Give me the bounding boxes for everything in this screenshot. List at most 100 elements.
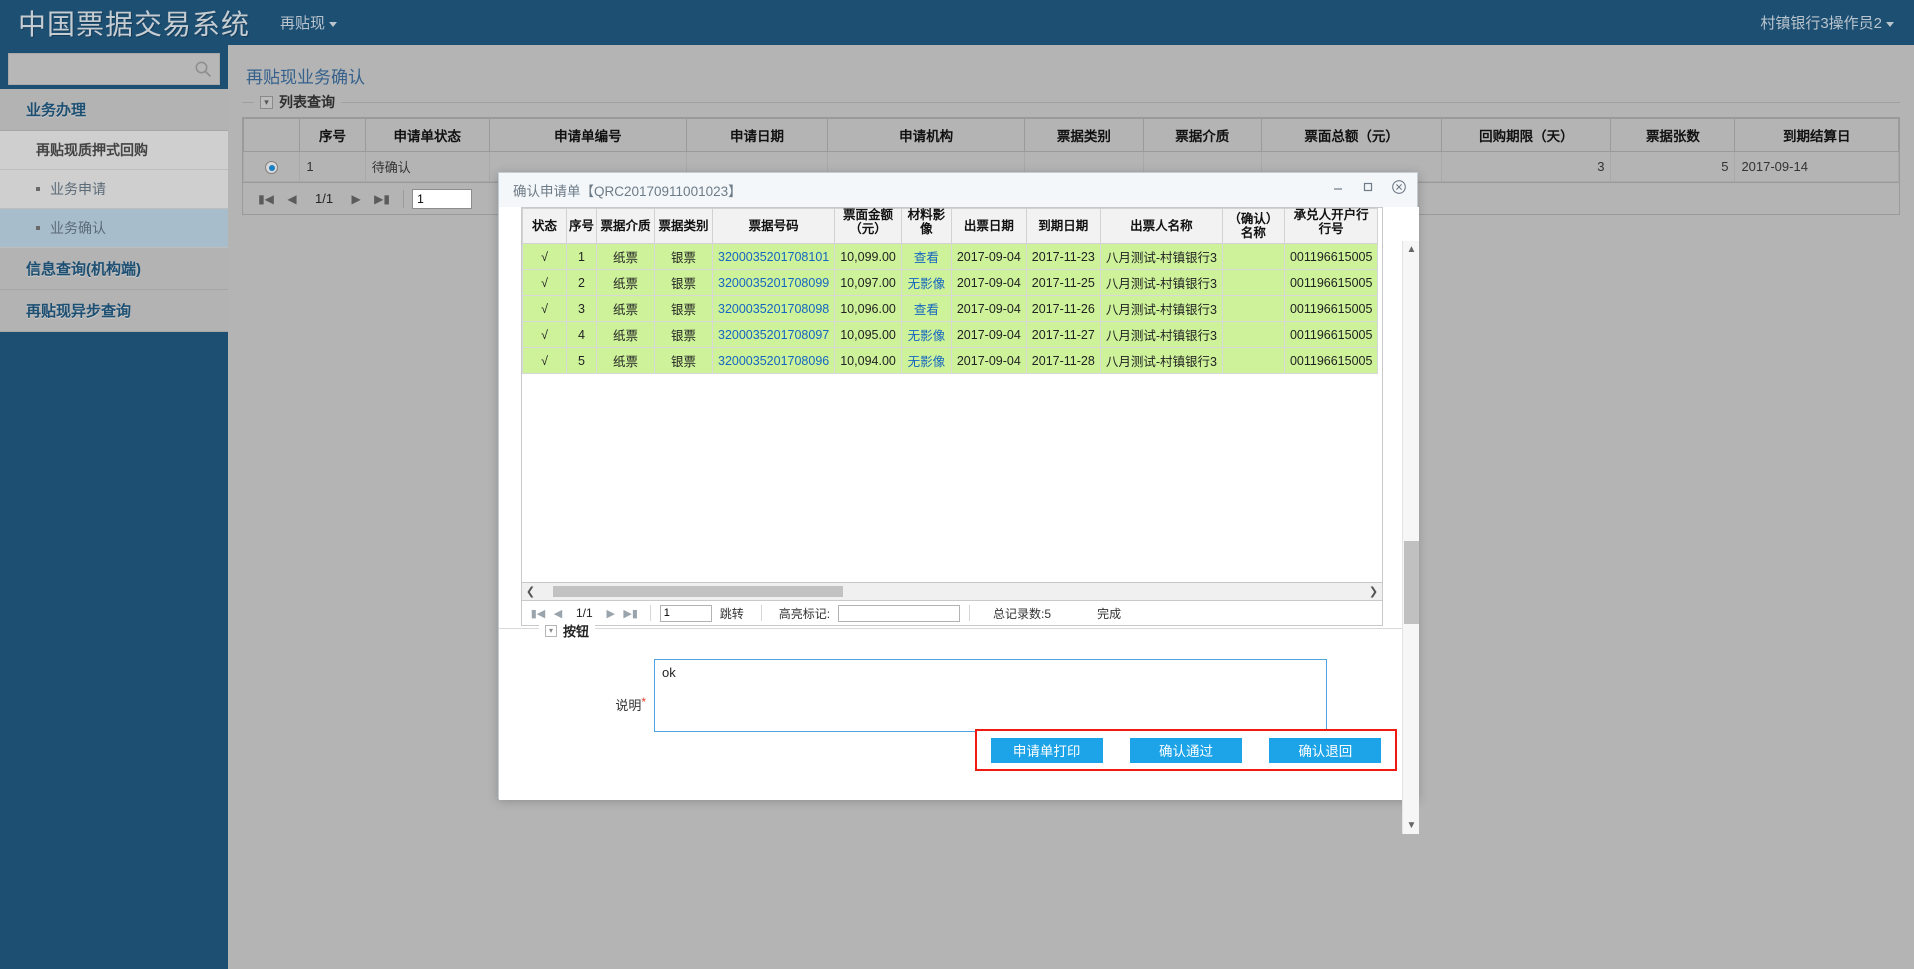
cell-state[interactable]: √ [522, 321, 567, 348]
cell-issue-date: 2017-09-04 [950, 347, 1027, 374]
image-link[interactable]: 无影像 [908, 329, 946, 343]
confirm-return-button[interactable]: 确认退回 [1269, 737, 1382, 763]
bill-number-link[interactable]: 3200035201708096 [718, 354, 829, 368]
bill-number-link[interactable]: 3200035201708101 [718, 250, 829, 264]
next-page-icon[interactable]: ▶ [343, 192, 369, 206]
sidebar-item-business-application[interactable]: 业务申请 [0, 170, 228, 209]
bill-number-link[interactable]: 3200035201708098 [718, 302, 829, 316]
search-input[interactable] [9, 54, 219, 84]
cell-bill-number[interactable]: 3200035201708099 [711, 269, 836, 296]
cell-image[interactable]: 无影像 [900, 321, 952, 348]
table-header-row: 状态 序号 票据介质 票据类别 票据号码 票面金额 （元） 材料影像 出票日期 … [522, 208, 1379, 244]
chevron-down-icon[interactable]: ▾ [545, 624, 557, 637]
scroll-right-icon[interactable]: ❯ [1365, 585, 1382, 598]
scroll-down-icon[interactable]: ▼ [1403, 817, 1420, 834]
highlight-input[interactable] [838, 604, 961, 622]
col-face-amount-unit: （元） [849, 221, 887, 236]
cell-bill-number[interactable]: 3200035201708096 [711, 347, 836, 374]
cell-bill-type: 银票 [654, 347, 713, 374]
scroll-up-icon[interactable]: ▲ [1403, 241, 1420, 258]
image-link[interactable]: 无影像 [908, 355, 946, 369]
confirm-pass-button[interactable]: 确认通过 [1129, 737, 1242, 763]
cell-due-date: 2017-11-25 [1025, 269, 1101, 296]
app-brand-title: 中国票据交易系统 [18, 8, 251, 40]
chevron-down-icon [329, 21, 338, 27]
table-row[interactable]: √ 2 纸票 银票 3200035201708099 10,097.00 无影像… [522, 269, 1379, 296]
cell-bill-medium: 纸票 [596, 347, 655, 374]
sidebar-item-label: 信息查询(机构端) [26, 261, 141, 278]
hscroll-track[interactable] [539, 586, 1365, 597]
cell-bill-number[interactable]: 3200035201708098 [711, 295, 836, 322]
image-link[interactable]: 查看 [914, 303, 939, 317]
cell-image[interactable]: 无影像 [900, 347, 952, 374]
cell-image[interactable]: 无影像 [900, 269, 952, 296]
image-link[interactable]: 无影像 [908, 277, 946, 291]
list-query-legend[interactable]: ▾ 列表查询 [254, 92, 341, 112]
last-page-icon[interactable]: ▶▮ [369, 192, 395, 206]
sidebar-search-box[interactable] [8, 53, 220, 85]
button-section-legend[interactable]: ▾ 按钮 [539, 621, 596, 640]
cell-state[interactable]: √ [522, 269, 567, 296]
sidebar-item-business-confirmation[interactable]: 业务确认 [0, 209, 228, 248]
minimize-icon[interactable] [1331, 180, 1345, 194]
cell-state[interactable]: √ [522, 243, 567, 270]
cell-image[interactable]: 查看 [900, 243, 952, 270]
cell-repo-term: 3 [1441, 151, 1612, 182]
col-bill-type: 票据类别 [1024, 118, 1144, 152]
row-select-radio[interactable] [265, 161, 279, 175]
table-row[interactable]: √ 5 纸票 银票 3200035201708096 10,094.00 无影像… [522, 347, 1379, 374]
button-section-divider [499, 628, 1419, 629]
page-indicator: 1/1 [315, 191, 334, 206]
table-row[interactable]: √ 4 纸票 银票 3200035201708097 10,095.00 无影像… [522, 321, 1379, 348]
description-textarea[interactable] [654, 659, 1327, 732]
maximize-icon[interactable] [1361, 180, 1375, 194]
table-row[interactable]: √ 3 纸票 银票 3200035201708098 10,096.00 查看 … [522, 295, 1379, 322]
col-app-date: 申请日期 [686, 118, 828, 152]
highlight-label: 高亮标记: [778, 606, 831, 621]
bill-number-link[interactable]: 3200035201708097 [718, 328, 829, 342]
cell-state[interactable]: √ [522, 295, 567, 322]
cell-bill-number[interactable]: 3200035201708101 [711, 243, 836, 270]
cell-due-date: 2017-11-23 [1025, 243, 1101, 270]
jump-button[interactable]: 跳转 [720, 605, 744, 622]
grid-horizontal-scrollbar[interactable]: ❮ ❯ [521, 583, 1383, 600]
image-link[interactable]: 查看 [914, 251, 939, 265]
cell-image[interactable]: 查看 [900, 295, 952, 322]
user-menu[interactable]: 村镇银行3操作员2 [1760, 12, 1894, 33]
cell-face-amount: 10,096.00 [834, 295, 902, 322]
page-number-input[interactable] [659, 604, 712, 622]
sidebar-item-label: 业务办理 [26, 102, 87, 119]
prev-page-icon[interactable]: ◀ [548, 607, 568, 620]
sidebar-item-business-handling[interactable]: 业务办理 [0, 89, 228, 131]
cell-state[interactable]: √ [522, 347, 567, 374]
bill-detail-grid-table: 状态 序号 票据介质 票据类别 票据号码 票面金额 （元） 材料影像 出票日期 … [522, 208, 1379, 374]
top-nav-label: 再贴现 [280, 15, 326, 32]
cell-confirm-name [1221, 321, 1285, 348]
first-page-icon[interactable]: ▮◀ [528, 607, 548, 620]
top-nav-rediscount[interactable]: 再贴现 [280, 12, 338, 33]
cell-bill-medium: 纸票 [596, 321, 655, 348]
last-page-icon[interactable]: ▶▮ [621, 607, 641, 620]
dialog-title-bar[interactable]: 确认申请单【QRC20170911001023】 [499, 173, 1417, 207]
cell-bill-type: 银票 [654, 295, 713, 322]
bill-number-link[interactable]: 3200035201708099 [718, 276, 829, 290]
page-number-input[interactable] [412, 188, 473, 209]
cell-bill-number[interactable]: 3200035201708097 [711, 321, 836, 348]
col-app-no: 申请单编号 [488, 118, 688, 152]
next-page-icon[interactable]: ▶ [601, 607, 621, 620]
row-radio-cell[interactable] [242, 151, 301, 182]
prev-page-icon[interactable]: ◀ [279, 192, 305, 206]
table-row[interactable]: √ 1 纸票 银票 3200035201708101 10,099.00 查看 … [522, 243, 1379, 270]
dialog-vertical-scrollbar[interactable]: ▲ ▼ [1402, 241, 1419, 834]
print-application-button[interactable]: 申请单打印 [990, 737, 1103, 763]
chevron-down-icon[interactable]: ▾ [260, 95, 273, 109]
sidebar-item-async-query[interactable]: 再贴现异步查询 [0, 290, 228, 332]
vscroll-thumb[interactable] [1404, 541, 1419, 624]
scroll-left-icon[interactable]: ❮ [522, 585, 539, 598]
sidebar-item-info-query[interactable]: 信息查询(机构端) [0, 248, 228, 290]
sidebar-item-rediscount-pledge-repo[interactable]: 再贴现质押式回购 [0, 131, 228, 170]
close-icon[interactable] [1391, 179, 1407, 195]
hscroll-thumb[interactable] [553, 586, 843, 597]
col-seq: 序号 [299, 118, 366, 152]
first-page-icon[interactable]: ▮◀ [253, 192, 279, 206]
